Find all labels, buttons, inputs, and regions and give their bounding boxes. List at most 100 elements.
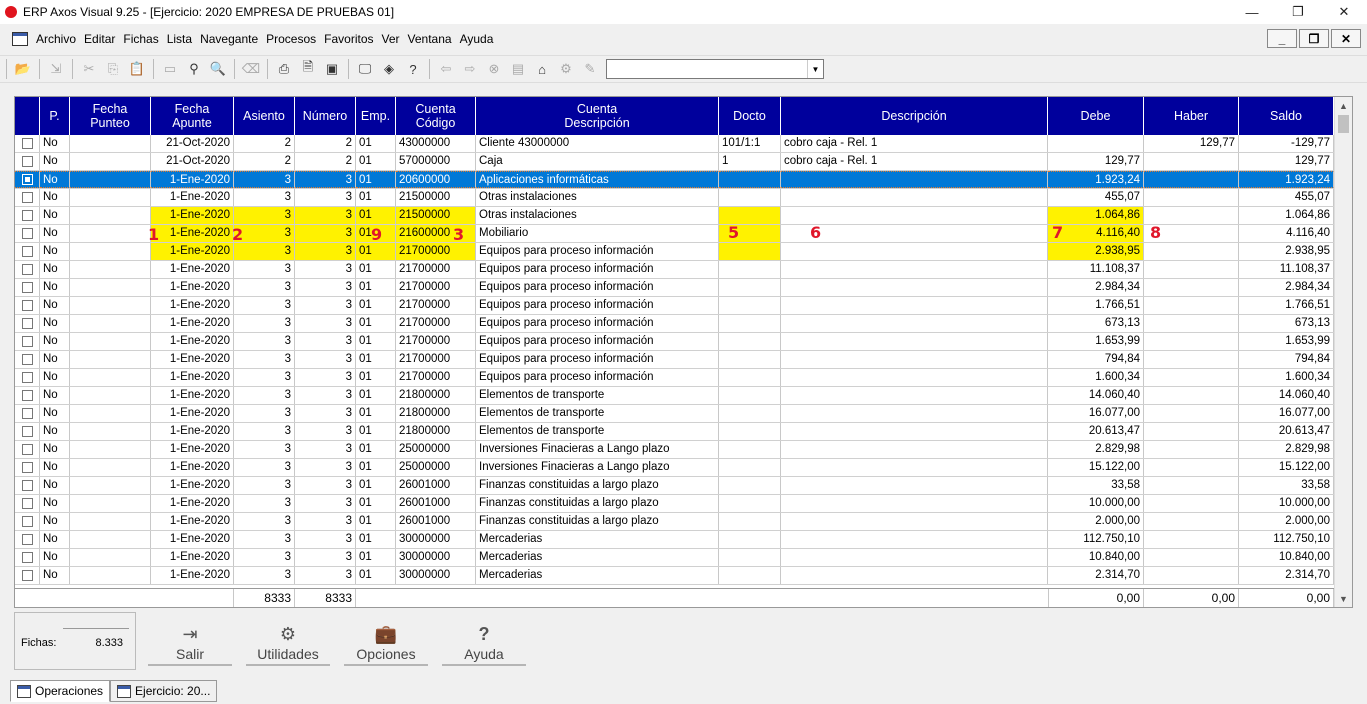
table-row[interactable]: No 1-Ene-2020 3 3 01 25000000 Inversiones Fina…: [15, 459, 1335, 477]
row-checkbox[interactable]: [15, 423, 40, 440]
checkbox-icon[interactable]: [21, 462, 33, 473]
restore-icon[interactable]: ❐: [1275, 0, 1321, 24]
menu-procesos[interactable]: Procesos: [262, 32, 320, 46]
checkbox-icon[interactable]: [21, 534, 33, 545]
table-row[interactable]: No 1-Ene-2020 3 3 01 20600000 Aplicaciones inf…: [15, 171, 1335, 189]
row-checkbox[interactable]: [15, 567, 40, 584]
header-emp[interactable]: Emp.: [356, 97, 396, 135]
table-row[interactable]: No 1-Ene-2020 3 3 01 21800000 Elementos de tra…: [15, 405, 1335, 423]
forward-arrow-icon[interactable]: ⇨: [459, 58, 481, 80]
header-haber[interactable]: Haber: [1144, 97, 1239, 135]
document-list-icon[interactable]: ▤: [507, 58, 529, 80]
row-checkbox[interactable]: [15, 153, 40, 170]
binoculars-icon[interactable]: ⚲: [183, 58, 205, 80]
mdi-restore-icon[interactable]: ❐: [1299, 29, 1329, 48]
back-arrow-icon[interactable]: ⇦: [435, 58, 457, 80]
checkbox-icon[interactable]: [21, 336, 33, 347]
header-fecha-punteo[interactable]: Fecha Punteo: [70, 97, 151, 135]
checkbox-icon[interactable]: [21, 444, 33, 455]
table-row[interactable]: No 1-Ene-2020 3 3 01 21700000 Equipos para pro…: [15, 369, 1335, 387]
menu-ventana[interactable]: Ventana: [404, 32, 456, 46]
row-checkbox[interactable]: [15, 261, 40, 278]
header-cuenta-codigo[interactable]: Cuenta Código: [396, 97, 476, 135]
header-cuenta-descripcion[interactable]: Cuenta Descripción: [476, 97, 719, 135]
window-icon[interactable]: ▭: [159, 58, 181, 80]
row-checkbox[interactable]: [15, 513, 40, 530]
table-row[interactable]: No 1-Ene-2020 3 3 01 21700000 Equipos para pro…: [15, 297, 1335, 315]
scroll-up-icon[interactable]: ▲: [1335, 97, 1352, 114]
table-row[interactable]: No 1-Ene-2020 3 3 01 21700000 Equipos para pro…: [15, 333, 1335, 351]
opciones-button[interactable]: 💼 Opciones: [344, 618, 428, 666]
menu-ayuda[interactable]: Ayuda: [456, 32, 498, 46]
table-row[interactable]: No 21-Oct-2020 2 2 01 57000000 Caja 1 cobro caja…: [15, 153, 1335, 171]
utilidades-button[interactable]: ⚙ Utilidades: [246, 618, 330, 666]
table-row[interactable]: No 1-Ene-2020 3 3 01 26001000 Finanzas constit…: [15, 477, 1335, 495]
document-icon[interactable]: [12, 32, 28, 46]
print-preview-icon[interactable]: 🗎: [297, 58, 319, 80]
header-debe[interactable]: Debe: [1048, 97, 1144, 135]
checkbox-icon[interactable]: [21, 156, 33, 167]
checkbox-icon[interactable]: [21, 228, 33, 239]
vertical-scrollbar[interactable]: ▲ ▼: [1334, 97, 1352, 607]
table-row[interactable]: No 1-Ene-2020 3 3 01 21700000 Equipos para pro…: [15, 243, 1335, 261]
row-checkbox[interactable]: [15, 279, 40, 296]
checkbox-icon[interactable]: [21, 480, 33, 491]
salir-button[interactable]: ⇥ Salir: [148, 618, 232, 666]
header-p[interactable]: P.: [40, 97, 70, 135]
row-checkbox[interactable]: [15, 549, 40, 566]
mdi-close-icon[interactable]: ✕: [1331, 29, 1361, 48]
row-checkbox[interactable]: [15, 171, 40, 188]
checkbox-icon[interactable]: [21, 552, 33, 563]
checkbox-icon[interactable]: [21, 264, 33, 275]
table-row[interactable]: No 1-Ene-2020 3 3 01 30000000 Mercaderias 2.314…: [15, 567, 1335, 585]
header-fecha-apunte[interactable]: Fecha Apunte: [151, 97, 234, 135]
close-icon[interactable]: ✕: [1321, 0, 1367, 24]
row-checkbox[interactable]: [15, 441, 40, 458]
table-row[interactable]: No 1-Ene-2020 3 3 01 25000000 Inversiones Fina…: [15, 441, 1335, 459]
row-checkbox[interactable]: [15, 207, 40, 224]
checkbox-icon[interactable]: [21, 318, 33, 329]
menu-editar[interactable]: Editar: [80, 32, 119, 46]
checkbox-icon[interactable]: [21, 354, 33, 365]
scroll-thumb[interactable]: [1338, 115, 1349, 133]
row-checkbox[interactable]: [15, 495, 40, 512]
checkbox-icon[interactable]: [21, 192, 33, 203]
table-row[interactable]: No 1-Ene-2020 3 3 01 30000000 Mercaderias 112.7…: [15, 531, 1335, 549]
row-checkbox[interactable]: [15, 459, 40, 476]
table-row[interactable]: No 1-Ene-2020 3 3 01 21500000 Otras instalacio…: [15, 189, 1335, 207]
table-row[interactable]: No 1-Ene-2020 3 3 01 21800000 Elementos de tra…: [15, 387, 1335, 405]
table-row[interactable]: No 1-Ene-2020 3 3 01 26001000 Finanzas constit…: [15, 513, 1335, 531]
header-asiento[interactable]: Asiento: [234, 97, 295, 135]
checkbox-icon[interactable]: [21, 426, 33, 437]
row-checkbox[interactable]: [15, 351, 40, 368]
header-docto[interactable]: Docto: [719, 97, 781, 135]
table-row[interactable]: No 1-Ene-2020 3 3 01 21700000 Equipos para pro…: [15, 315, 1335, 333]
row-checkbox[interactable]: [15, 225, 40, 242]
table-row[interactable]: No 1-Ene-2020 3 3 01 21600000 Mobiliario 4.116,…: [15, 225, 1335, 243]
checkbox-icon[interactable]: [21, 498, 33, 509]
checkbox-icon[interactable]: [21, 174, 33, 185]
minimize-icon[interactable]: —: [1229, 0, 1275, 24]
row-checkbox[interactable]: [15, 189, 40, 206]
checkbox-icon[interactable]: [21, 300, 33, 311]
row-checkbox[interactable]: [15, 405, 40, 422]
menu-fichas[interactable]: Fichas: [119, 32, 162, 46]
row-checkbox[interactable]: [15, 531, 40, 548]
row-checkbox[interactable]: [15, 243, 40, 260]
print-icon[interactable]: ⎙: [273, 58, 295, 80]
ayuda-button[interactable]: ? Ayuda: [442, 618, 526, 666]
row-checkbox[interactable]: [15, 297, 40, 314]
menu-lista[interactable]: Lista: [163, 32, 196, 46]
network-icon[interactable]: ⚙: [555, 58, 577, 80]
paste-icon[interactable]: 📋: [126, 58, 148, 80]
table-row[interactable]: No 1-Ene-2020 3 3 01 26001000 Finanzas constit…: [15, 495, 1335, 513]
table-row[interactable]: No 1-Ene-2020 3 3 01 30000000 Mercaderias 10.84…: [15, 549, 1335, 567]
table-row[interactable]: No 1-Ene-2020 3 3 01 21700000 Equipos para pro…: [15, 351, 1335, 369]
table-row[interactable]: No 1-Ene-2020 3 3 01 21700000 Equipos para pro…: [15, 261, 1335, 279]
chevron-down-icon[interactable]: ▼: [807, 60, 823, 78]
tag-icon[interactable]: ◈: [378, 58, 400, 80]
menu-archivo[interactable]: Archivo: [32, 32, 80, 46]
menu-favoritos[interactable]: Favoritos: [320, 32, 377, 46]
table-row[interactable]: No 21-Oct-2020 2 2 01 43000000 Cliente 4300000…: [15, 135, 1335, 153]
row-checkbox[interactable]: [15, 477, 40, 494]
